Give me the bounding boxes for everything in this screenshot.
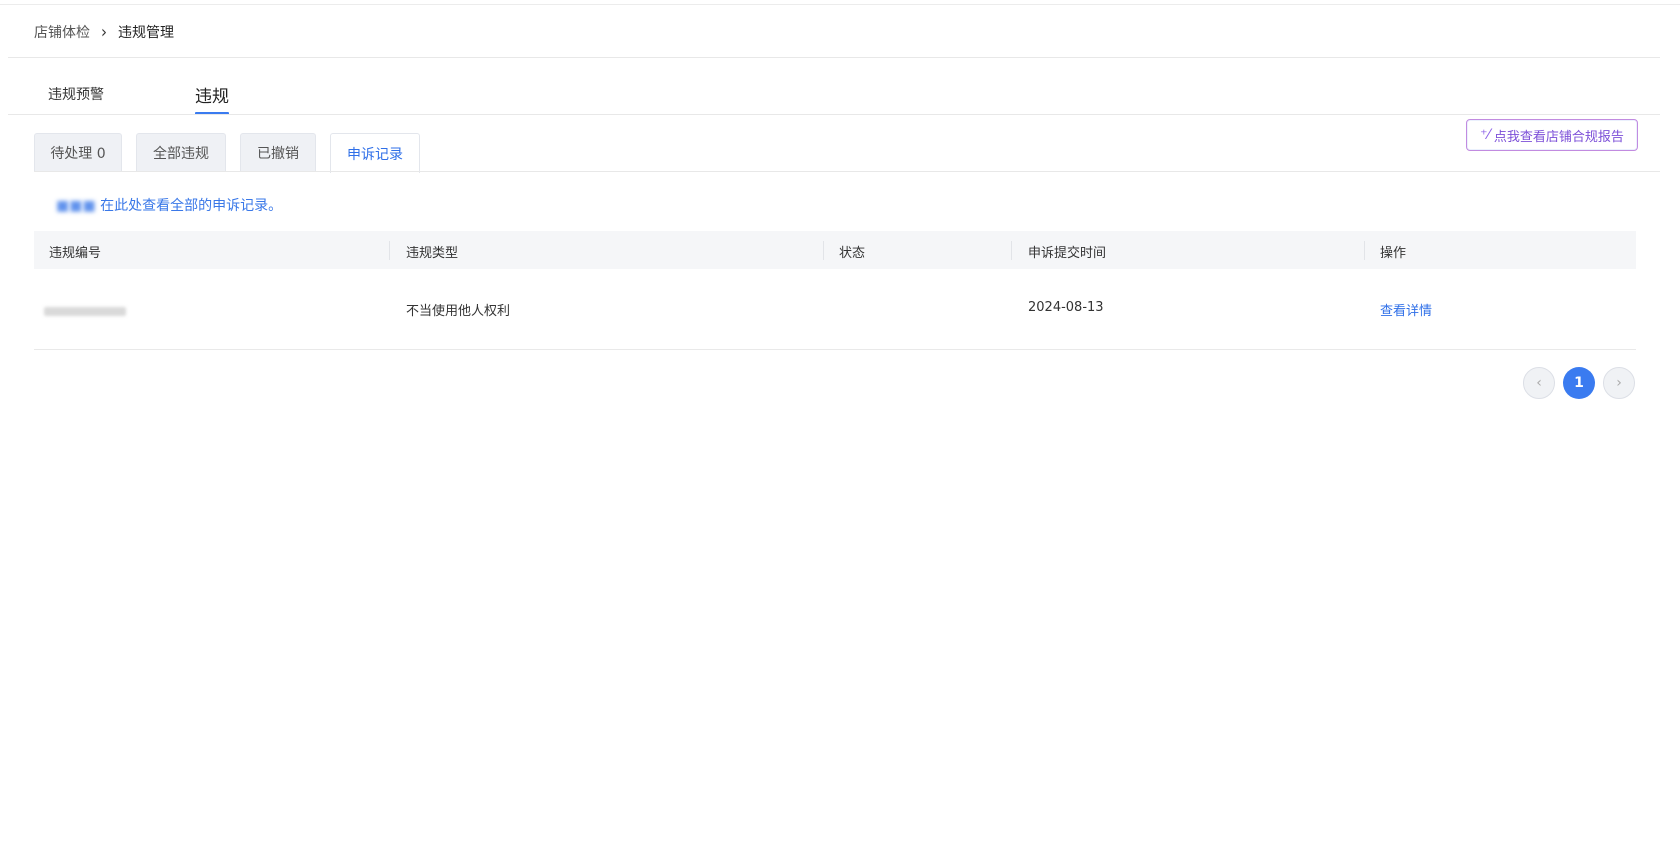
notice-message: 在此处查看全部的申诉记录。 [100,198,283,214]
breadcrumb-parent[interactable]: 店铺体检 [34,22,90,42]
report-button-label: 点我查看店铺合规报告 [1493,129,1624,145]
breadcrumb: 店铺体检 › 违规管理 [34,22,174,42]
tabs-divider [8,114,1660,115]
table-header: 违规编号 违规类型 状态 申诉提交时间 操作 [34,231,1636,269]
compliance-report-button[interactable]: ⁺⁄ 点我查看店铺合规报告 [1466,119,1638,151]
subtab-label: 待处理 0 [50,145,106,162]
subtab-appeal-records[interactable]: 申诉记录 [330,133,420,173]
breadcrumb-current: 违规管理 [118,25,174,41]
tab-label: 违规 [195,87,229,107]
violation-id-redacted [44,305,126,320]
table-row: 不当使用他人权利 2024-08-13 查看详情 [34,288,1636,350]
column-divider [1011,241,1012,260]
subtab-revoked[interactable]: 已撤销 [240,133,316,171]
header-divider [8,57,1660,58]
column-header: 违规类型 [406,246,459,261]
subtab-pending[interactable]: 待处理 0 [34,133,122,171]
column-divider [1364,241,1365,260]
page-number: 1 [1574,375,1584,391]
subtab-label: 申诉记录 [347,146,403,163]
submit-time: 2024-08-13 [1028,300,1104,315]
column-header: 申诉提交时间 [1028,246,1107,261]
column-header: 操作 [1380,246,1407,261]
redacted-text: ■■■ [56,198,96,214]
sparkle-wand-icon: ⁺⁄ [1480,127,1490,143]
column-header: 状态 [839,246,866,261]
column-divider [389,241,390,260]
column-divider [823,241,824,260]
view-details-link[interactable]: 查看详情 [1380,300,1432,319]
chevron-right-icon: › [1616,375,1622,391]
page-1-button[interactable]: 1 [1563,367,1595,399]
column-header: 违规编号 [49,246,102,261]
chevron-right-icon: › [101,22,107,42]
subtab-all-violations[interactable]: 全部违规 [136,133,226,171]
subtabs-divider [34,171,1660,172]
prev-page-button[interactable]: ‹ [1523,367,1555,399]
subtab-label: 已撤销 [257,145,299,162]
chevron-left-icon: ‹ [1536,375,1542,391]
subtab-label: 全部违规 [153,145,209,162]
next-page-button[interactable]: › [1603,367,1635,399]
tab-violation-warning[interactable]: 违规预警 [48,84,104,104]
notice-text: ■■■ 在此处查看全部的申诉记录。 [56,195,282,215]
violation-type: 不当使用他人权利 [406,304,511,319]
tab-label: 违规预警 [48,87,104,103]
top-border [0,4,1680,5]
row-divider [34,349,1636,350]
tab-violation[interactable]: 违规 [195,82,229,115]
